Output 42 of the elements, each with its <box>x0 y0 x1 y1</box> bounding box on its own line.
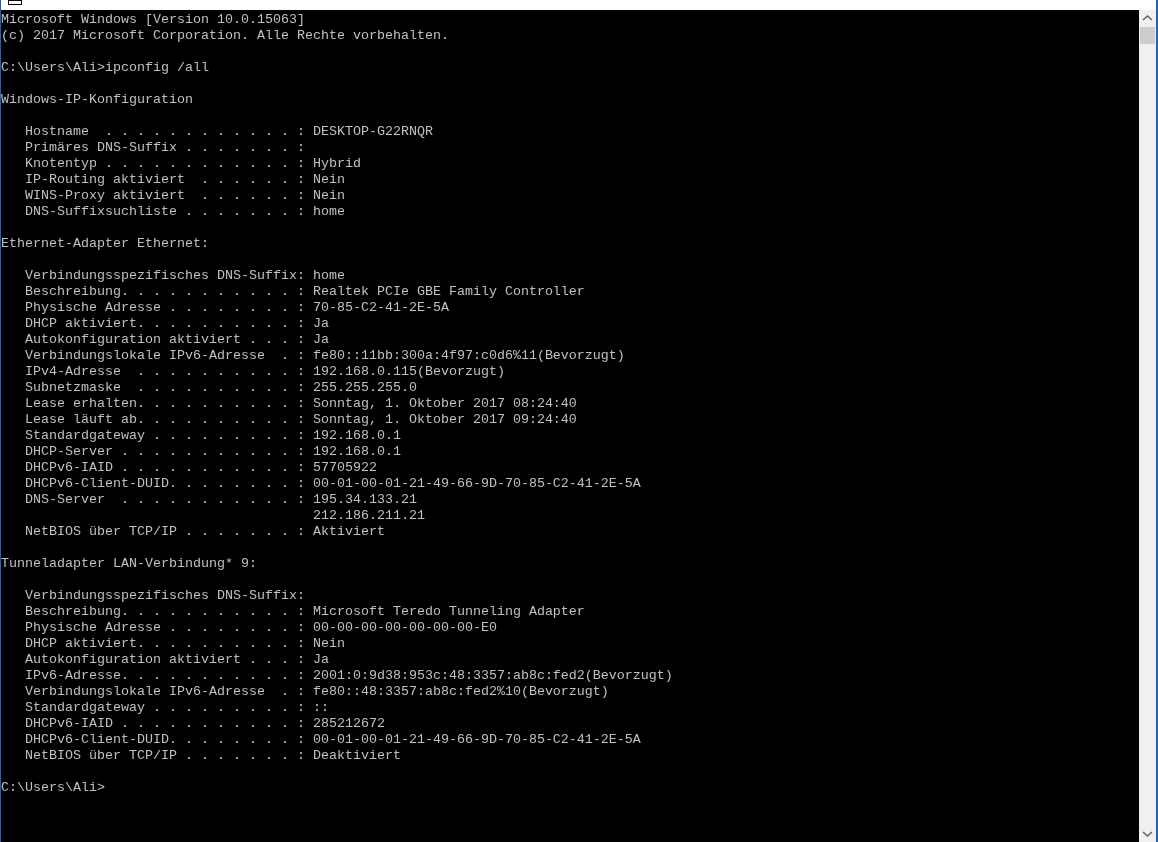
console-line: DNS-Server . . . . . . . . . . . : 195.34.133.21 <box>24 492 417 508</box>
console-line: Autokonfiguration aktiviert . . . : Ja <box>24 332 329 348</box>
scroll-thumb[interactable] <box>1140 27 1155 44</box>
console-line: DNS-Suffixsuchliste . . . . . . . : home <box>24 204 345 220</box>
console-line: Beschreibung. . . . . . . . . . . : Realtek PCIe GBE Family Controller <box>24 284 585 300</box>
console-line: DHCP aktiviert. . . . . . . . . . : Nein <box>24 636 345 652</box>
console-line: WINS-Proxy aktiviert . . . . . . : Nein <box>24 188 345 204</box>
console-line: Verbindungslokale IPv6-Adresse . : fe80::48:3357:ab8c:fed2%10(Bevorzugt) <box>24 684 609 700</box>
console-line: Lease erhalten. . . . . . . . . . : Sonntag, 1. Oktober 2017 08:24:40 <box>24 396 577 412</box>
console-line: Lease läuft ab. . . . . . . . . . : Sonntag, 1. Oktober 2017 09:24:40 <box>24 412 577 428</box>
console-line: Microsoft Windows [Version 10.0.15063] <box>1 12 305 28</box>
console-line: IPv4-Adresse . . . . . . . . . . : 192.168.0.115(Bevorzugt) <box>24 364 505 380</box>
console-line: DHCPv6-Client-DUID. . . . . . . . : 00-01-00-01-21-49-66-9D-70-85-C2-41-2E-5A <box>24 476 641 492</box>
console-line: Subnetzmaske . . . . . . . . . . : 255.255.255.0 <box>24 380 417 396</box>
console-line: DHCP-Server . . . . . . . . . . . : 192.168.0.1 <box>24 444 401 460</box>
console-line: NetBIOS über TCP/IP . . . . . . . : Deaktiviert <box>24 748 401 764</box>
console-line: C:\Users\Ali>ipconfig /all <box>1 60 209 76</box>
console-line: DHCPv6-IAID . . . . . . . . . . . : 57705922 <box>24 460 377 476</box>
console-line: DHCP aktiviert. . . . . . . . . . : Ja <box>24 316 329 332</box>
console-line: Verbindungsspezifisches DNS-Suffix: home <box>24 268 345 284</box>
console-line: IPv6-Adresse. . . . . . . . . . . : 2001:0:9d38:953c:48:3357:ab8c:fed2(Bevorzugt) <box>24 668 673 684</box>
console-line: Physische Adresse . . . . . . . . : 00-00-00-00-00-00-00-E0 <box>24 620 497 636</box>
console-line: Knotentyp . . . . . . . . . . . . : Hybrid <box>24 156 361 172</box>
console-line: C:\Users\Ali> <box>1 780 105 796</box>
console-line: Autokonfiguration aktiviert . . . : Ja <box>24 652 329 668</box>
console-line: Tunneladapter LAN-Verbindung* 9: <box>1 556 257 572</box>
console-line: Primäres DNS-Suffix . . . . . . . : <box>24 140 305 156</box>
console-line: NetBIOS über TCP/IP . . . . . . . : Aktiviert <box>24 524 385 540</box>
console-line: IP-Routing aktiviert . . . . . . : Nein <box>24 172 345 188</box>
console-line: DHCPv6-IAID . . . . . . . . . . . : 285212672 <box>24 716 385 732</box>
console-line: Verbindungsspezifisches DNS-Suffix: <box>24 588 305 604</box>
console-line: Ethernet-Adapter Ethernet: <box>1 236 209 252</box>
console-line: Standardgateway . . . . . . . . . : 192.168.0.1 <box>24 428 401 444</box>
console-line: DHCPv6-Client-DUID. . . . . . . . : 00-01-00-01-21-49-66-9D-70-85-C2-41-2E-5A <box>24 732 641 748</box>
console-line: 212.186.211.21 <box>311 508 425 524</box>
console-line: Windows-IP-Konfiguration <box>1 92 193 108</box>
console-line: Beschreibung. . . . . . . . . . . : Microsoft Teredo Tunneling Adapter <box>24 604 585 620</box>
console-line: Verbindungslokale IPv6-Adresse . : fe80::11bb:300a:4f97:c0d6%11(Bevorzugt) <box>24 348 625 364</box>
console-line: Hostname . . . . . . . . . . . . : DESKTOP-G22RNQR <box>24 124 433 140</box>
console-line: Physische Adresse . . . . . . . . : 70-85-C2-41-2E-5A <box>24 300 449 316</box>
console-line: Standardgateway . . . . . . . . . : :: <box>24 700 329 716</box>
console-line: (c) 2017 Microsoft Corporation. Alle Rechte vorbehalten. <box>1 28 449 44</box>
